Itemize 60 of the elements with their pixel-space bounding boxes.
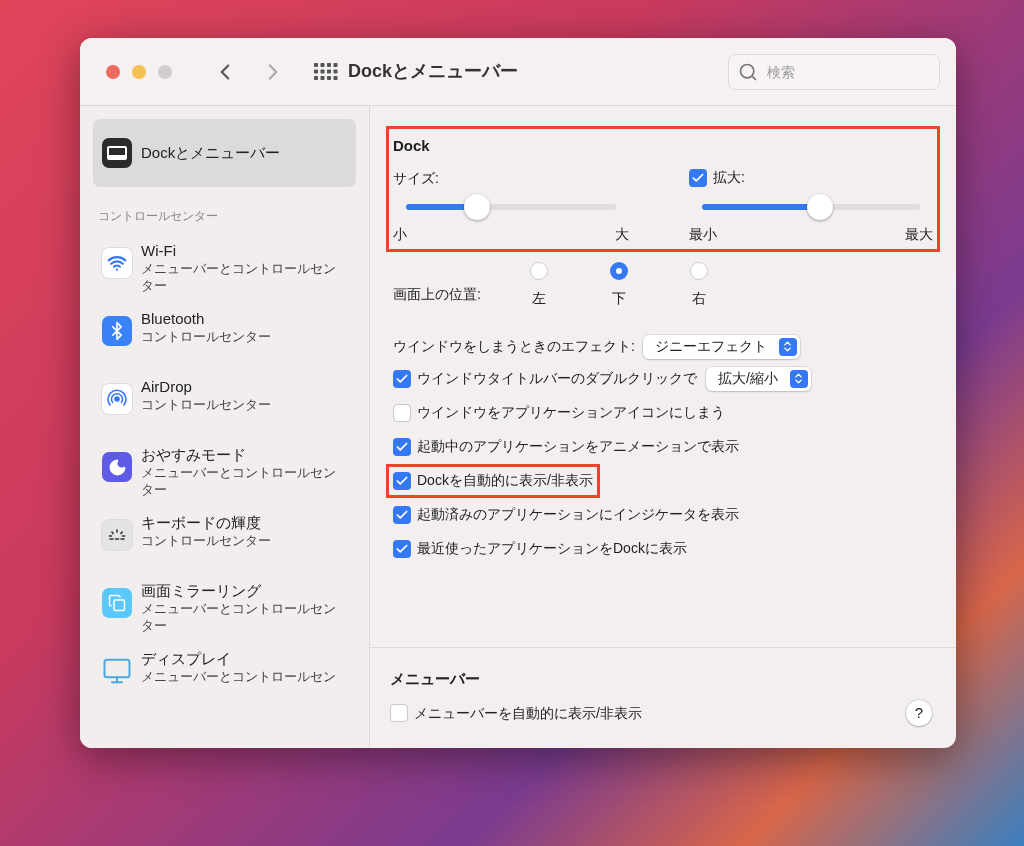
popup-button[interactable]: 拡大/縮小 — [706, 366, 811, 391]
sidebar-item[interactable]: おやすみモード メニューバーとコントロールセンター — [93, 445, 356, 499]
size-label: サイズ: — [393, 168, 440, 188]
section-heading: Dock — [393, 136, 431, 156]
grid-icon[interactable] — [314, 62, 338, 81]
sidebar-item[interactable]: Bluetooth コントロールセンター — [93, 309, 356, 363]
checkbox[interactable] — [390, 704, 408, 722]
popup-button[interactable]: ジニーエフェクト — [642, 334, 800, 359]
sidebar-item[interactable]: AirDrop コントロールセンター — [93, 377, 356, 431]
radio-label: 左 — [532, 288, 546, 308]
checkbox-label: 最近使ったアプリケーションをDockに表示 — [417, 539, 687, 558]
help-button[interactable]: ? — [906, 700, 932, 726]
checkbox[interactable] — [393, 437, 411, 456]
wifi-icon — [102, 248, 132, 278]
checkbox-label: メニューバーを自動的に表示/非表示 — [414, 703, 642, 723]
checkbox[interactable] — [689, 168, 707, 187]
radio-button[interactable] — [530, 261, 548, 280]
bluetooth-icon — [102, 316, 132, 346]
concentric-rings-icon — [102, 384, 132, 414]
slider-thumb[interactable] — [464, 193, 491, 220]
min-label: 小 — [393, 224, 407, 244]
magnification-label: 拡大: — [713, 168, 745, 187]
keyboard-brightness-icon — [102, 520, 132, 550]
position-label: 画面上の位置: — [393, 284, 482, 304]
stepper-icon — [789, 369, 808, 388]
sidebar-item[interactable]: 画面ミラーリング メニューバーとコントロールセンター — [93, 581, 356, 635]
checkbox-label: Dockを自動的に表示/非表示 — [417, 471, 593, 490]
section-heading: メニューバー — [390, 668, 481, 689]
slider-thumb[interactable] — [806, 193, 833, 220]
checkbox-label: 起動中のアプリケーションをアニメーションで表示 — [417, 437, 739, 456]
display-icon — [102, 656, 132, 686]
radio-label: 下 — [612, 288, 626, 308]
search-field[interactable]: 検索 — [728, 53, 940, 90]
moon-icon — [102, 452, 132, 482]
sidebar-item[interactable]: ディスプレイ メニューバーとコントロールセン — [93, 649, 356, 703]
radio-button[interactable] — [610, 261, 628, 280]
checkbox[interactable] — [393, 369, 411, 388]
checkbox-label: ウインドウタイトルバーのダブルクリックで — [417, 369, 697, 388]
stepper-icon — [778, 337, 797, 356]
close-button[interactable] — [106, 64, 120, 79]
checkbox[interactable] — [393, 539, 411, 558]
section-header: コントロールセンター — [98, 208, 219, 225]
search-icon — [738, 61, 758, 82]
window-title: Dockとメニューバー — [348, 60, 518, 83]
checkbox[interactable] — [393, 505, 411, 524]
radio-button[interactable] — [690, 261, 708, 280]
max-label: 最大 — [905, 224, 933, 244]
sidebar-item[interactable]: キーボードの輝度 コントロールセンター — [93, 513, 356, 567]
checkbox[interactable] — [393, 403, 411, 422]
dock-icon — [102, 138, 132, 168]
checkbox-label: ウインドウをアプリケーションアイコンにしまう — [417, 403, 725, 422]
sidebar-item[interactable]: Wi-Fi メニューバーとコントロールセンター — [93, 241, 356, 295]
screen-mirroring-icon — [102, 588, 132, 618]
min-label: 最小 — [689, 224, 717, 244]
sidebar-item[interactable]: Dockとメニューバー — [93, 119, 356, 187]
checkbox[interactable] — [393, 471, 411, 490]
effect-label: ウインドウをしまうときのエフェクト: — [393, 337, 635, 356]
max-label: 大 — [615, 224, 629, 244]
checkbox-label: 起動済みのアプリケーションにインジケータを表示 — [417, 505, 739, 524]
radio-label: 右 — [692, 288, 706, 308]
